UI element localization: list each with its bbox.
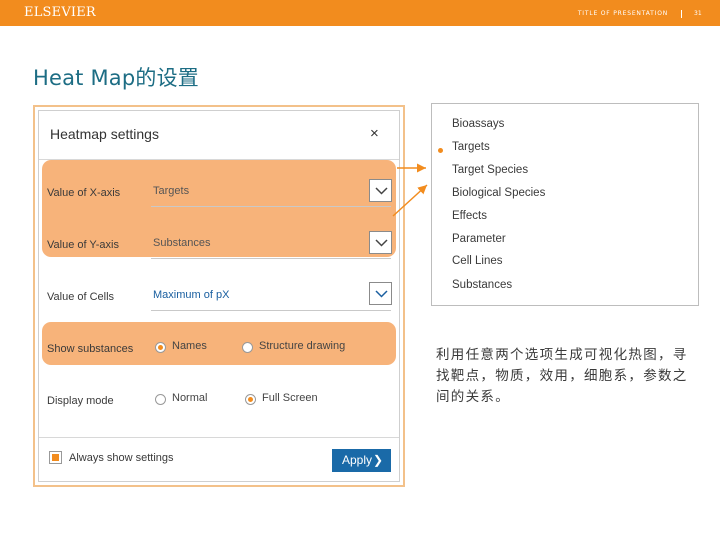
- arrow-diagonal-to-list: [392, 184, 428, 217]
- connector-arrows: [392, 163, 428, 217]
- description-note: 利用任意两个选项生成可视化热图，寻找靶点，物质，效用，细胞系，参数之间的关系。: [436, 347, 688, 405]
